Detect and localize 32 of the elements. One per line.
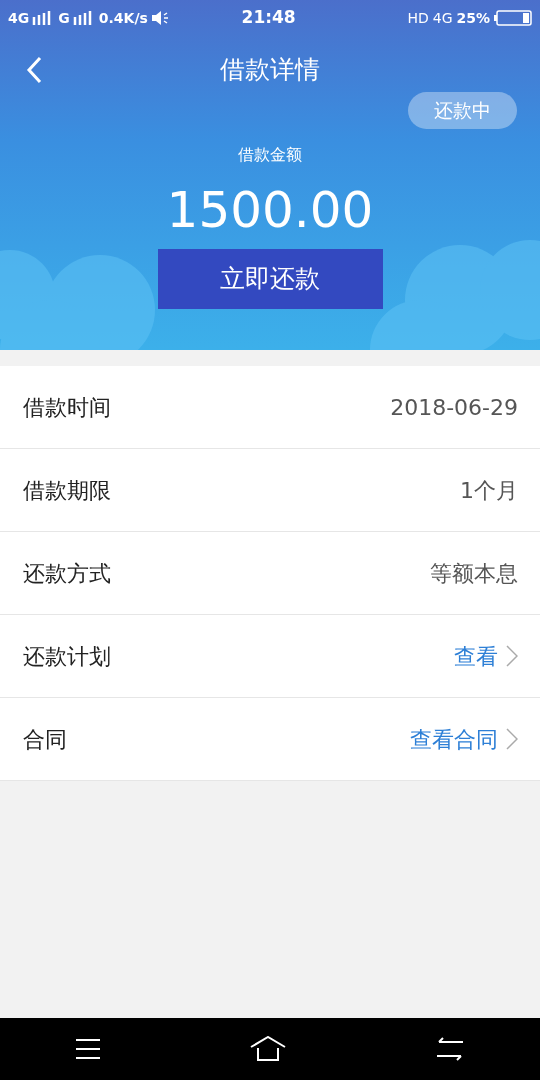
battery-label: 25% — [456, 8, 490, 28]
signal-icon — [72, 11, 93, 25]
view-link[interactable]: 查看 — [454, 639, 498, 673]
row-label: 还款计划 — [23, 642, 111, 671]
home-icon[interactable] — [250, 1036, 286, 1062]
row-value: 2018-06-29 — [390, 393, 518, 422]
row-label: 合同 — [23, 725, 67, 754]
clock: 21:48 — [241, 7, 296, 28]
row-value: 1个月 — [460, 476, 518, 505]
row-label: 还款方式 — [23, 559, 111, 588]
amount-label: 借款金额 — [238, 144, 302, 164]
speaker-icon — [151, 11, 170, 25]
row-label: 借款期限 — [23, 476, 111, 505]
page-title: 借款详情 — [220, 54, 320, 87]
menu-icon[interactable] — [74, 1038, 101, 1060]
chevron-icon — [506, 728, 518, 750]
speed-label: 0.4K/s — [98, 8, 148, 28]
view-link[interactable]: 查看合同 — [410, 722, 498, 756]
row-value: 等额本息 — [430, 559, 518, 588]
row-label: 借款时间 — [23, 393, 111, 422]
network-label: 4G — [432, 8, 453, 28]
network-label: G — [58, 8, 70, 28]
switch-icon[interactable] — [435, 1037, 466, 1061]
status-label: 还款中 — [408, 92, 517, 129]
amount-value: 1500.00 — [166, 180, 374, 239]
back-icon[interactable] — [26, 56, 42, 84]
hd-label: HD — [407, 8, 429, 28]
repay-button[interactable]: 立即还款 — [157, 248, 383, 309]
network-label: 4G — [8, 8, 30, 28]
chevron-icon — [506, 645, 518, 667]
signal-icon — [32, 11, 53, 25]
battery-icon — [494, 10, 532, 26]
